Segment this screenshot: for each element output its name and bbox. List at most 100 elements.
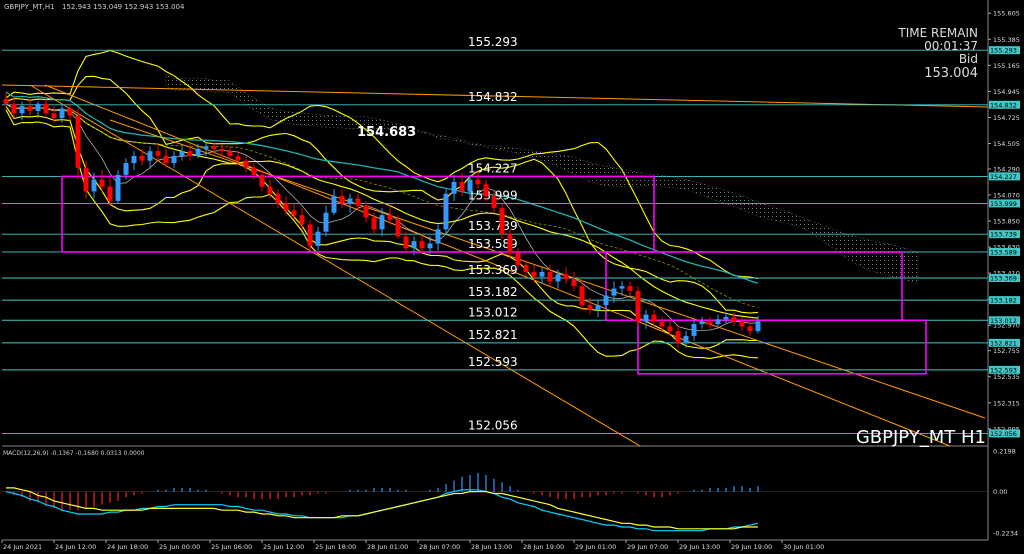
level-label: 154.227 [468, 161, 518, 175]
price-axis-tag-label: 153.182 [990, 297, 1017, 305]
candle-body [731, 316, 737, 322]
peak-label: 154.683 [357, 125, 416, 140]
candle-body [275, 193, 281, 204]
price-tick-label: 154.505 [993, 140, 1020, 148]
price-tick-label: 155.605 [993, 10, 1020, 18]
candle-body [691, 324, 697, 336]
candle-body [723, 316, 729, 320]
candle-body [43, 103, 49, 114]
candle-body [251, 167, 257, 175]
candle-body [243, 160, 249, 168]
candle-body [635, 290, 641, 322]
time-tick-label: 25 Jun 00:00 [159, 543, 200, 551]
level-label: 152.056 [468, 418, 518, 432]
price-tick-label: 152.755 [993, 347, 1020, 355]
candle-body [651, 314, 657, 322]
candle-body [163, 155, 169, 164]
candle-body [235, 155, 241, 161]
candle-body [339, 196, 345, 204]
candle-body [555, 274, 561, 282]
price-tick-label: 154.725 [993, 114, 1020, 122]
candle-body [739, 321, 745, 327]
candle-body [67, 108, 73, 116]
candle-body [11, 103, 17, 114]
candle-body [323, 212, 329, 232]
candle-body [83, 167, 89, 192]
candle-body [563, 274, 569, 280]
candle-body [139, 155, 145, 161]
price-tick-label: 154.070 [993, 191, 1020, 199]
price-axis-tag-label: 153.012 [990, 317, 1017, 325]
price-axis-tag-label: 153.369 [990, 274, 1017, 282]
candle-body [387, 215, 393, 220]
level-label: 153.182 [468, 285, 518, 299]
candle-body [427, 243, 433, 249]
time-tick-label: 30 Jun 01:00 [783, 543, 824, 551]
candle-body [99, 179, 105, 187]
level-label: 153.369 [468, 263, 518, 277]
time-tick-label: 24 Jun 12:00 [55, 543, 96, 551]
candle-body [259, 174, 265, 187]
candle-body [539, 271, 545, 277]
chart-canvas[interactable]: 155.293 154.832 154.227 153.999 153.739 153.5… [0, 0, 1024, 554]
candle-body [315, 231, 321, 246]
time-tick-label: 24 Jun 18:00 [107, 543, 148, 551]
candle-body [347, 198, 353, 204]
candle-body [203, 146, 209, 149]
candle-body [171, 155, 177, 164]
time-tick-label: 29 Jun 07:00 [627, 543, 668, 551]
candle-body [123, 163, 129, 175]
candle-body [267, 186, 273, 194]
macd-tick-zero: 0.00 [993, 488, 1007, 496]
candle-body [611, 288, 617, 296]
candle-body [155, 151, 161, 156]
candle-body [355, 198, 361, 206]
price-axis-tag-label: 152.056 [990, 430, 1017, 438]
candle-body [587, 305, 593, 310]
candle-body [35, 103, 41, 111]
candle-body [755, 321, 761, 332]
candle-body [627, 286, 633, 291]
candle-body [467, 179, 473, 192]
price-axis-tag-label: 153.739 [990, 231, 1017, 239]
candle-body [747, 326, 753, 332]
time-tick-label: 29 Jun 01:00 [575, 543, 616, 551]
candle-body [443, 193, 449, 230]
bid-label: Bid [959, 52, 978, 66]
candle-body [379, 215, 385, 230]
candle-body [459, 181, 465, 192]
macd-tick-bottom: -0.2234 [993, 530, 1018, 538]
time-tick-label: 29 Jun 13:00 [679, 543, 720, 551]
candle-body [515, 253, 521, 265]
candle-body [491, 196, 497, 209]
candle-body [195, 148, 201, 156]
candle-body [331, 196, 337, 213]
level-label: 155.293 [468, 35, 518, 49]
candle-body [603, 295, 609, 306]
candle-body [667, 326, 673, 332]
level-label: 152.821 [468, 328, 518, 342]
time-tick-label: 25 Jun 12:00 [263, 543, 304, 551]
candle-body [19, 106, 25, 114]
candle-body [179, 151, 185, 156]
candle-body [91, 179, 97, 192]
candle-body [131, 155, 137, 164]
macd-tick-top: 0.2198 [993, 447, 1016, 455]
time-tick-label: 24 Jun 2021 [3, 543, 42, 551]
price-axis-tag-label: 153.589 [990, 248, 1017, 256]
candle-body [523, 264, 529, 272]
price-axis-tag-label: 152.593 [990, 366, 1017, 374]
time-tick-label: 28 Jun 19:00 [523, 543, 564, 551]
candle-body [507, 234, 513, 254]
candle-body [659, 321, 665, 327]
price-tick-label: 153.850 [993, 218, 1020, 226]
price-axis-tag-label: 152.821 [990, 339, 1017, 347]
time-tick-label: 25 Jun 18:00 [315, 543, 356, 551]
candle-body [595, 305, 601, 310]
candle-body [547, 271, 553, 282]
time-remain-value: 00:01:37 [924, 39, 978, 53]
time-tick-label: 28 Jun 01:00 [367, 543, 408, 551]
candle-body [707, 321, 713, 325]
ohlc-quote: 152.943 153.049 152.943 153.004 [62, 3, 185, 11]
candle-body [483, 184, 489, 197]
